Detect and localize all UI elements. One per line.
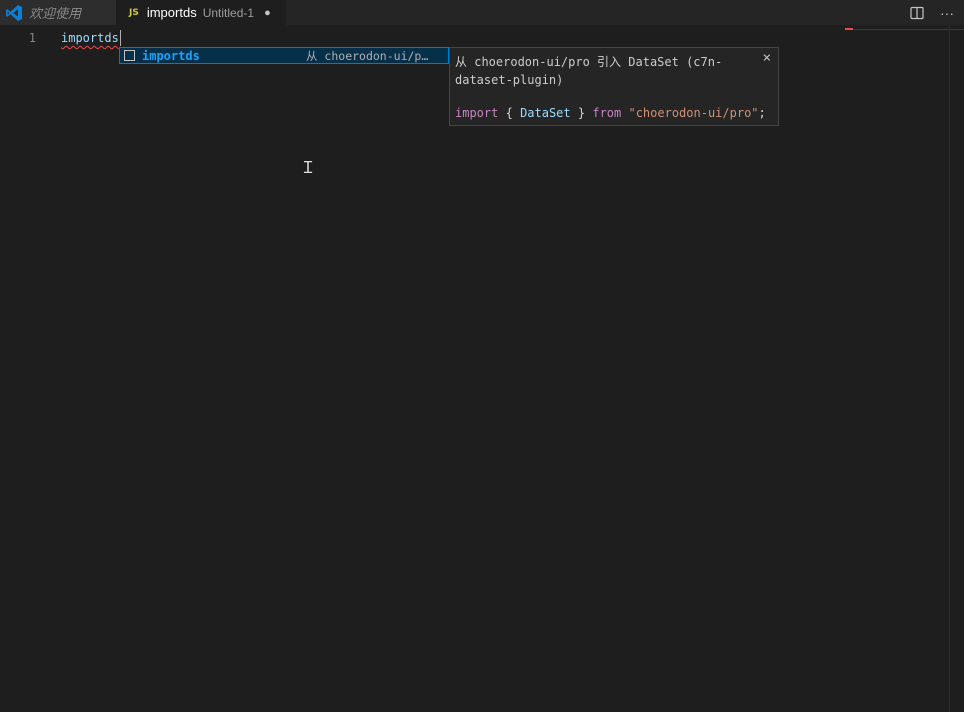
suggest-widget: importds 从 choerodon-ui/p…: [119, 47, 449, 64]
line-number: 1: [28, 31, 36, 45]
details-description: 从 choerodon-ui/pro 引入 DataSet (c7n-datas…: [455, 55, 723, 87]
javascript-file-icon: JS: [129, 7, 139, 18]
suggest-details-widget: × 从 choerodon-ui/pro 引入 DataSet (c7n-dat…: [449, 47, 779, 126]
code-keyword-import: import: [455, 106, 499, 120]
error-marker: [845, 28, 853, 30]
suggestion-label: importds: [142, 48, 200, 63]
vscode-logo-icon: [6, 4, 22, 21]
mouse-ibeam-icon: Ｉ: [300, 158, 317, 177]
code-close-brace: }: [577, 106, 586, 120]
more-actions-icon[interactable]: ···: [940, 5, 954, 21]
overview-ruler-border: [853, 29, 964, 30]
vscode-window: 欢迎使用 JS importds Untitled-1 ● ··· 1 impo…: [0, 0, 964, 712]
code-text[interactable]: importds: [61, 29, 119, 47]
tab-welcome-label: 欢迎使用: [29, 6, 82, 21]
unsaved-dot-icon[interactable]: ●: [264, 7, 271, 19]
close-icon[interactable]: ×: [763, 50, 771, 66]
tab-filename: importds: [146, 5, 197, 20]
code-keyword-from: from: [592, 106, 622, 120]
code-module-string: "choerodon-ui/pro": [628, 106, 759, 120]
tab-importds[interactable]: JS importds Untitled-1 ●: [116, 0, 286, 25]
suggestion-item[interactable]: importds 从 choerodon-ui/p…: [119, 47, 449, 64]
code-semicolon: ;: [758, 106, 766, 120]
tab-description: Untitled-1: [202, 5, 255, 20]
tab-welcome[interactable]: 欢迎使用: [0, 0, 116, 25]
snippet-icon: [124, 50, 135, 61]
code-identifier: DataSet: [520, 106, 571, 120]
vertical-scrollbar[interactable]: [949, 25, 964, 712]
split-editor-icon[interactable]: [910, 6, 924, 20]
tab-bar: 欢迎使用 JS importds Untitled-1 ● ···: [0, 0, 964, 25]
code-line[interactable]: importds: [61, 29, 121, 47]
code-open-brace: {: [505, 106, 513, 120]
details-code-sample: import { DataSet } from "choerodon-ui/pr…: [455, 104, 766, 122]
editor-actions: ···: [894, 0, 954, 25]
suggestion-detail: 从 choerodon-ui/p…: [306, 48, 429, 63]
text-cursor: [119, 30, 121, 46]
